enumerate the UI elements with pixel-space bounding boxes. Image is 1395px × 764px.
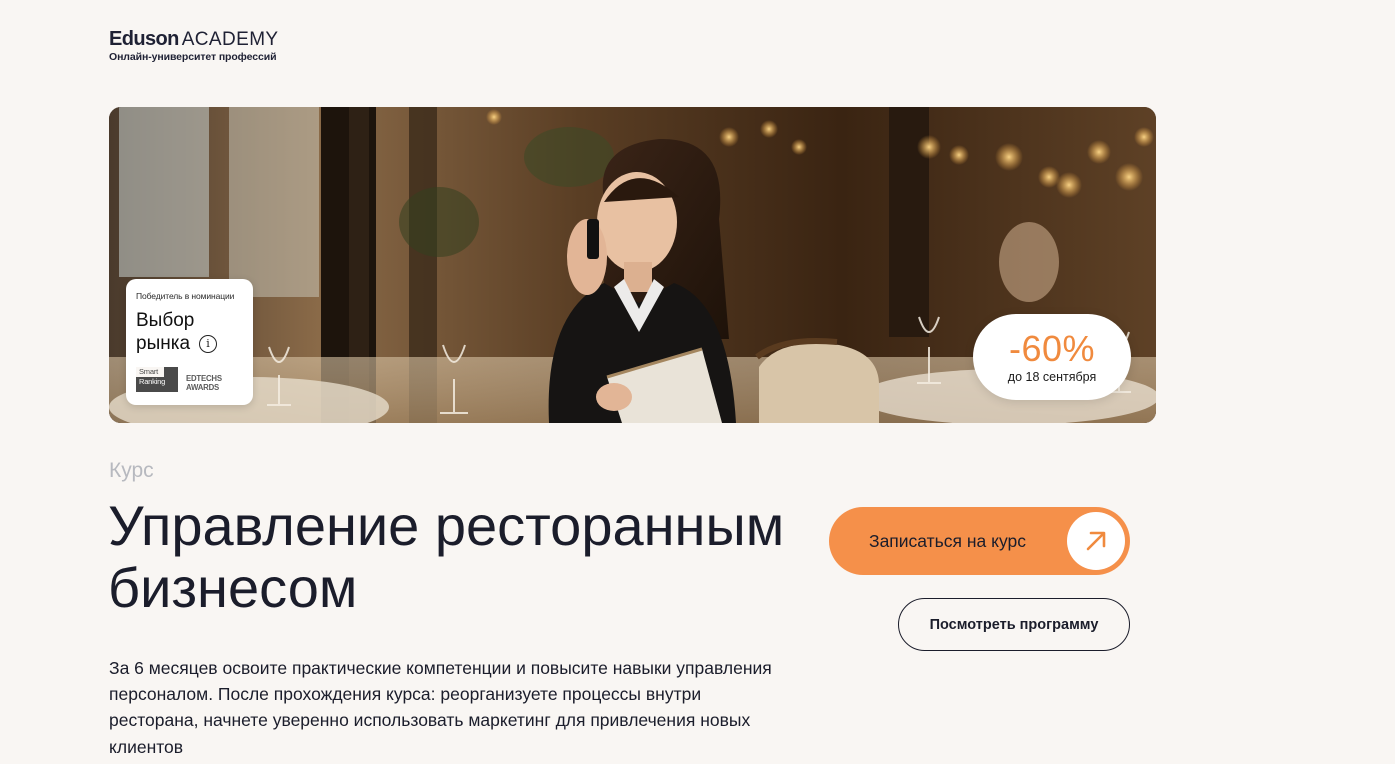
logo[interactable]: Eduson ACADEMY Онлайн-университет профес… <box>109 29 309 64</box>
enroll-button-label: Записаться на курс <box>869 530 1027 551</box>
smart-ranking-logo-top: Smart <box>136 367 164 377</box>
logo-suffix: ACADEMY <box>181 29 279 50</box>
hero-banner: Победитель в номинации Выбор рынка i Sma… <box>109 107 1156 423</box>
course-title: Управление ресторанным бизнесом <box>108 494 785 619</box>
edtechs-awards-logo: EDTECHS AWARDS <box>186 374 222 392</box>
award-title-line1: Выбор <box>136 310 195 331</box>
award-logos: Smart Ranking EDTECHS AWARDS <box>136 367 243 392</box>
award-caption: Победитель в номинации <box>136 291 235 301</box>
info-icon[interactable]: i <box>199 334 218 353</box>
logo-brand: Eduson <box>109 28 179 50</box>
award-title-line2: рынка <box>136 333 191 354</box>
arrow-up-right-icon <box>1067 512 1125 570</box>
award-title: Выбор рынка i <box>136 309 243 355</box>
view-program-button[interactable]: Посмотреть программу <box>898 598 1130 651</box>
discount-deadline: до 18 сентября <box>1007 370 1097 384</box>
course-description: За 6 месяцев освоите практические компет… <box>109 658 772 757</box>
discount-value: -60% <box>1008 328 1096 369</box>
smart-ranking-logo: Smart Ranking <box>136 367 178 392</box>
edtechs-logo-top: EDTECHS <box>186 374 222 383</box>
edtechs-logo-bottom: AWARDS <box>186 383 220 392</box>
smart-ranking-logo-bottom: Ranking <box>139 377 166 386</box>
course-label: Курс <box>109 459 154 482</box>
logo-tagline: Онлайн-университет профессий <box>109 51 277 63</box>
discount-badge: -60% до 18 сентября <box>973 314 1131 400</box>
award-card: Победитель в номинации Выбор рынка i Sma… <box>126 279 253 405</box>
enroll-button[interactable]: Записаться на курс <box>829 507 1130 575</box>
